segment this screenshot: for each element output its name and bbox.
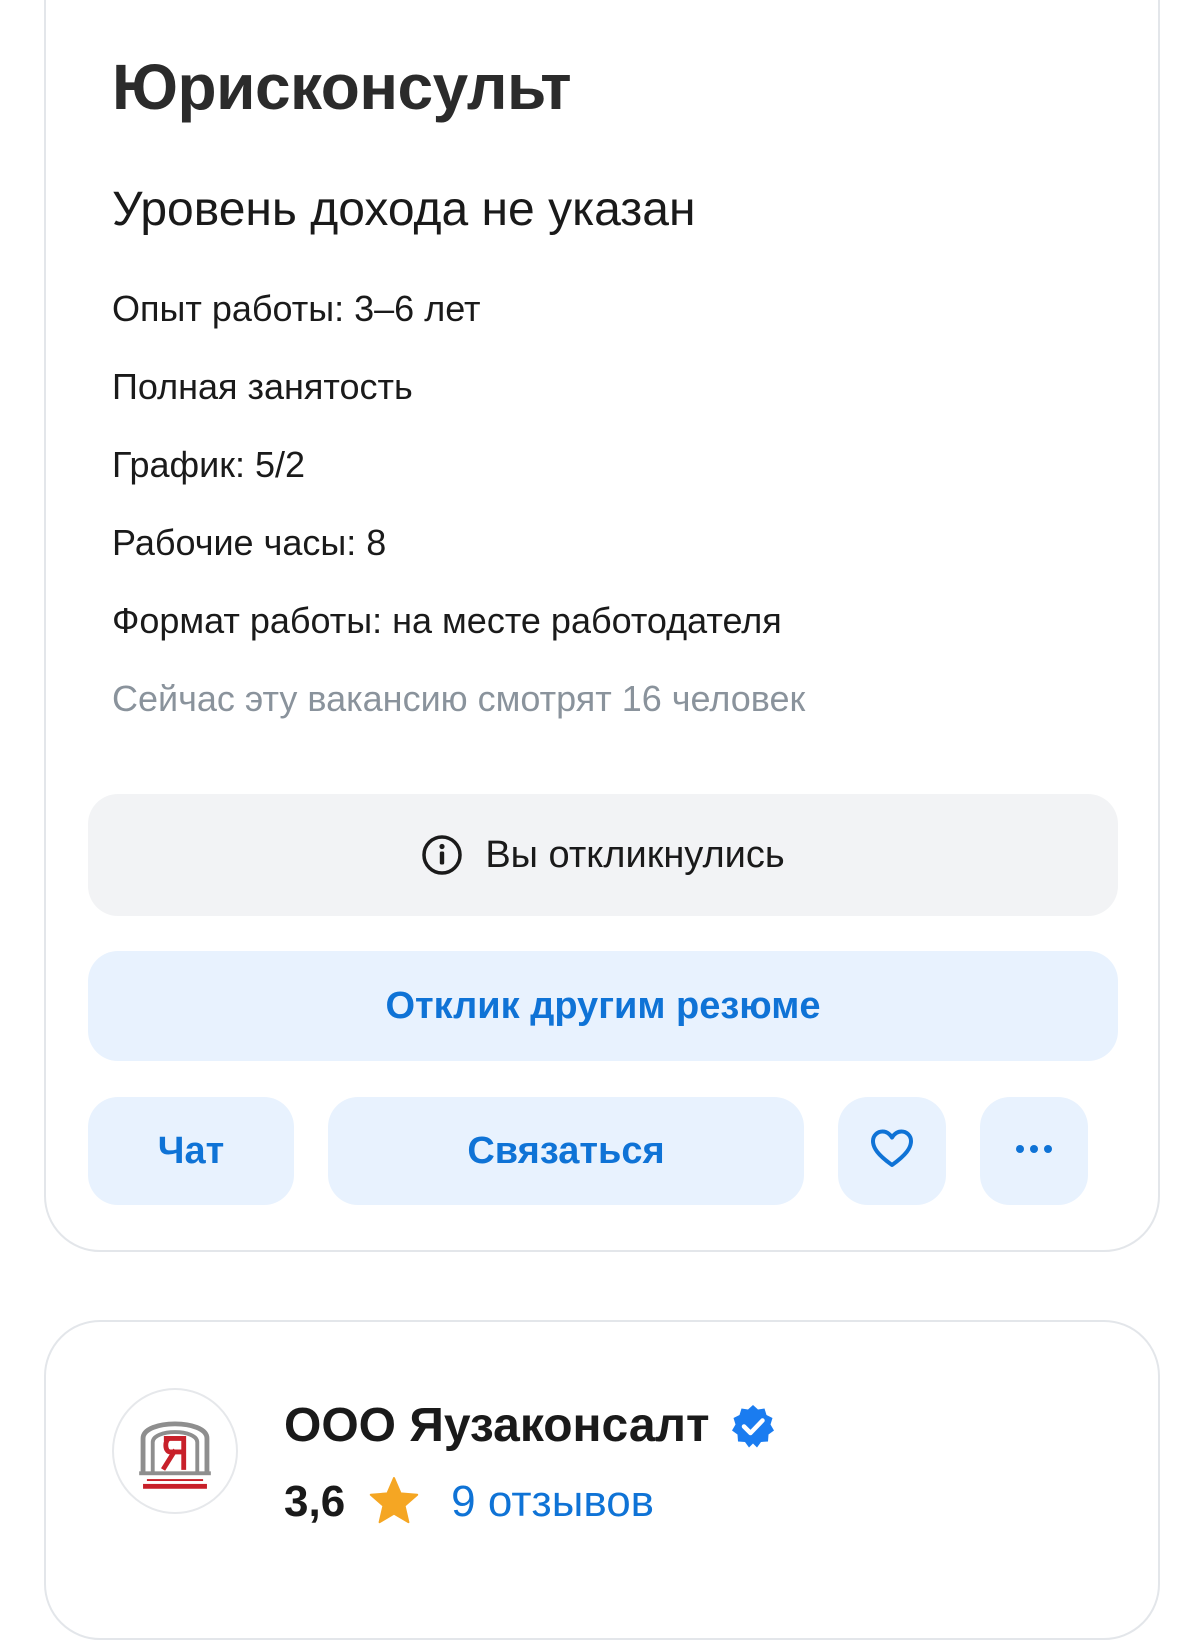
experience-detail: Опыт работы: 3–6 лет <box>112 288 481 329</box>
contact-label: Связаться <box>467 1129 665 1172</box>
company-logo[interactable] <box>112 1388 238 1514</box>
star-icon <box>367 1475 421 1529</box>
respond-other-resume-button[interactable]: Отклик другим резюме <box>88 951 1118 1061</box>
company-card[interactable]: ООО Яузаконсалт 3,6 9 отзывов <box>44 1320 1160 1640</box>
company-name-text: ООО Яузаконсалт <box>284 1399 710 1452</box>
salary-text: Уровень дохода не указан <box>112 183 696 236</box>
contact-button[interactable]: Связаться <box>328 1097 804 1205</box>
chat-button[interactable]: Чат <box>88 1097 294 1205</box>
company-name[interactable]: ООО Яузаконсалт <box>284 1398 776 1453</box>
more-dots-icon <box>1014 1142 1054 1160</box>
responded-button[interactable]: Вы откликнулись <box>88 794 1118 916</box>
vacancy-card: Юрисконсульт Уровень дохода не указан Оп… <box>44 0 1160 1252</box>
working-hours-detail: Рабочие часы: 8 <box>112 522 387 563</box>
respond-other-resume-label: Отклик другим резюме <box>385 984 821 1027</box>
reviews-link[interactable]: 9 отзывов <box>451 1477 654 1527</box>
verified-badge-icon <box>730 1403 776 1449</box>
employment-detail: Полная занятость <box>112 366 413 407</box>
chat-label: Чат <box>157 1129 225 1172</box>
rating-row: 3,6 9 отзывов <box>284 1472 654 1532</box>
heart-icon <box>868 1125 916 1178</box>
responded-label: Вы откликнулись <box>485 833 785 876</box>
rating-value: 3,6 <box>284 1477 346 1526</box>
favorite-button[interactable] <box>838 1097 946 1205</box>
vacancy-title: Юрисконсульт <box>112 51 572 123</box>
schedule-detail: График: 5/2 <box>112 444 306 485</box>
info-icon <box>421 834 463 876</box>
viewers-count-text: Сейчас эту вакансию смотрят 16 человек <box>112 678 806 719</box>
more-button[interactable] <box>980 1097 1088 1205</box>
work-format-detail: Формат работы: на месте работодателя <box>112 600 782 641</box>
